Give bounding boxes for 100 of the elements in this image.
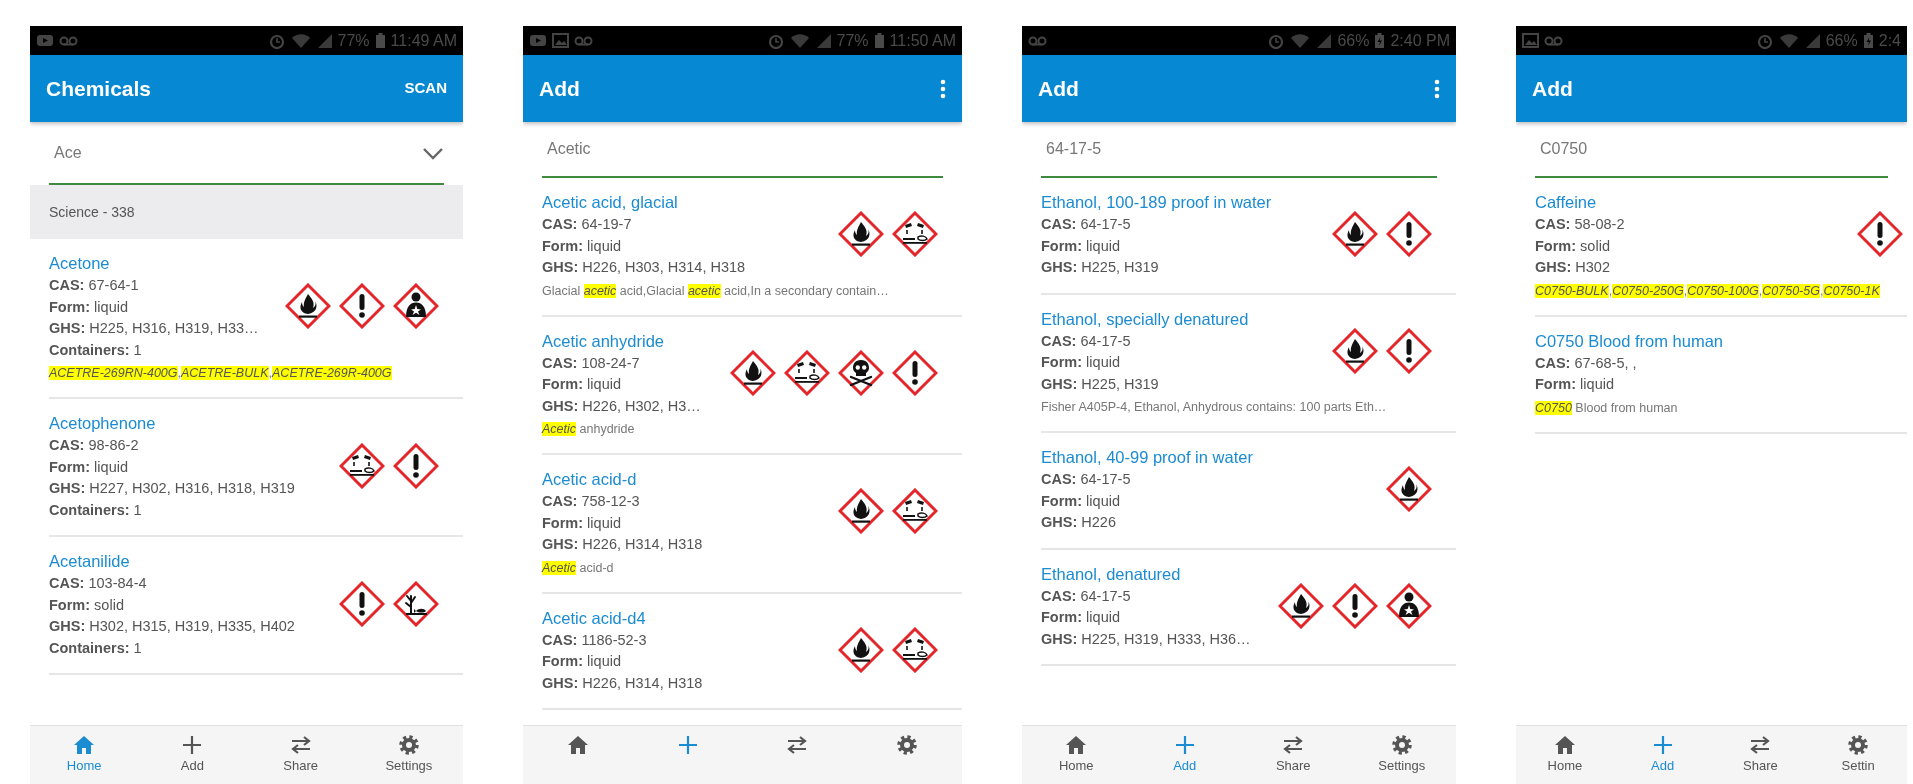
search-field[interactable]: 64-17-5 [1041,122,1437,178]
settings-icon [895,733,920,757]
chemical-name[interactable]: Acetophenone [49,411,339,435]
battery-percent: 77% [337,30,370,51]
chemical-name[interactable]: Acetone [49,251,285,275]
chemical-name[interactable]: Ethanol, 40-99 proof in water [1041,445,1386,469]
screen-title: Add [539,75,581,102]
detail-line: GHS: H225, H319 [1041,258,1160,277]
image-icon [552,32,569,49]
notes-text: Fisher A405P-4, Ethanol, Anhydrous contains: 100 parts Eth… [1041,399,1388,416]
detail-line: GHS: H225, H319 [1041,374,1160,394]
detail-line: CAS: 64-17-5 [1041,215,1132,234]
detail-line: Form: liquid [1041,491,1121,511]
search-field[interactable]: C0750 [1535,122,1888,178]
nav-settings-tab[interactable] [895,733,920,757]
corrosion-hazard-icon [339,443,385,489]
detail-line: CAS: 67-64-1 [49,276,140,295]
chemical-name[interactable]: Caffeine [1535,190,1857,214]
detail-line: GHS: H225, H316, H319, H33… [49,319,260,338]
alarm-clock-icon [267,32,286,49]
corrosion-hazard-icon [784,349,830,396]
clock-time: 11:49 AM [390,30,457,51]
scan-button[interactable]: SCAN [402,77,449,100]
detail-line: CAS: 98-86-2 [49,436,140,455]
chevron-down-icon[interactable] [422,145,444,160]
nav-share-tab[interactable]: Share [1743,733,1778,775]
chemical-name[interactable]: Ethanol, 100-189 proof in water [1041,190,1332,214]
detail-line: Containers: 1 [49,340,143,360]
detail-line: GHS: H225, H319, H333, H36… [1041,629,1252,649]
detail-line: CAS: 58-08-2 [1535,215,1626,234]
clock-time: 2:4 [1878,30,1901,51]
detail-line: Form: liquid [542,652,622,671]
signal-icon [1315,32,1333,49]
skull-crossbones-icon [838,349,884,396]
detail-line: Form: solid [1535,236,1611,256]
detail-line: CAS: 108-24-7 [542,353,641,373]
notes-text: Acetic acid-d [542,559,615,577]
chemical-name[interactable]: Acetanilide [49,549,339,573]
settings-icon [396,733,421,757]
wifi-icon [1778,32,1799,49]
detail-line: GHS: H226, H302, H3… [542,396,702,416]
chemical-name[interactable]: Acetic acid, glacial [542,190,838,214]
notes-text: C0750-BULK,C0750-250G,C0750-100G,C0750-5G,C0750-1K [1535,282,1881,300]
health-hazard-icon [393,283,439,329]
settings-icon [1389,733,1414,757]
detail-line: Containers: 1 [49,638,143,658]
detail-line: Form: solid [49,595,125,615]
flame-hazard-icon [1332,327,1378,374]
detail-line: CAS: 103-84-4 [49,574,148,593]
video-icon [36,32,54,49]
notes-text: C0750 Blood from human [1535,399,1679,417]
exclamation-hazard-icon [339,581,385,627]
flame-hazard-icon [1386,466,1432,513]
nav-share-tab[interactable]: Share [1275,733,1311,775]
detail-line: Form: liquid [1041,236,1121,256]
flame-hazard-icon [730,349,776,396]
detail-line: GHS: H226, H314, H318 [542,535,704,554]
corrosion-hazard-icon [892,211,938,258]
corrosion-hazard-icon [892,626,938,673]
nav-settings-tab[interactable]: Settin [1841,733,1875,775]
detail-line: CAS: 64-17-5 [1041,470,1132,489]
nav-home-tab[interactable]: Home [1058,733,1094,775]
flame-hazard-icon [838,626,884,673]
detail-line: Form: liquid [542,513,622,533]
detail-line: Form: liquid [1041,353,1121,372]
detail-line: GHS: H302 [1535,258,1611,277]
chemical-name[interactable]: Ethanol, denatured [1041,561,1278,586]
exclamation-hazard-icon [1386,327,1432,374]
chemical-name[interactable]: Acetic acid-d [542,467,838,491]
exclamation-hazard-icon [1332,582,1378,629]
nav-share-tab[interactable]: Share [283,733,318,775]
exclamation-hazard-icon [393,443,439,489]
nav-add-tab[interactable]: Add [1650,733,1675,775]
nav-settings-tab[interactable]: Settings [1378,733,1426,775]
wifi-icon [290,32,311,49]
nav-settings-tab[interactable]: Settings [385,733,433,775]
battery-percent: 66% [1337,30,1370,51]
screen-title: Add [1038,75,1080,102]
more-menu-icon[interactable] [1434,78,1440,99]
detail-line: GHS: H226 [1041,513,1117,532]
detail-line: Containers: 1 [49,500,143,520]
nav-add-tab[interactable]: Add [1172,733,1197,775]
environment-hazard-icon [393,581,439,627]
battery-percent: 66% [1825,30,1858,51]
nav-home-tab[interactable]: Home [1547,733,1583,775]
detail-line: Form: liquid [49,457,129,477]
section-header: Science - 338 [49,202,135,222]
more-menu-icon[interactable] [940,78,946,99]
flame-hazard-icon [1278,582,1324,629]
nav-home-tab[interactable]: Home [66,733,102,775]
chemical-name[interactable]: Ethanol, specially denatured [1041,306,1332,331]
chemical-name[interactable]: C0750 Blood from human [1535,328,1903,353]
detail-line: CAS: 67-68-5, , [1535,353,1638,373]
chemical-name[interactable]: Acetic acid-d4 [542,605,838,630]
detail-line: Form: liquid [542,236,622,256]
chemical-name[interactable]: Acetic anhydride [542,328,730,353]
detail-line: CAS: 64-17-5 [1041,586,1132,606]
nav-add-tab[interactable]: Add [180,733,205,775]
exclamation-hazard-icon [339,283,385,329]
search-field[interactable]: Acetic [542,122,943,178]
